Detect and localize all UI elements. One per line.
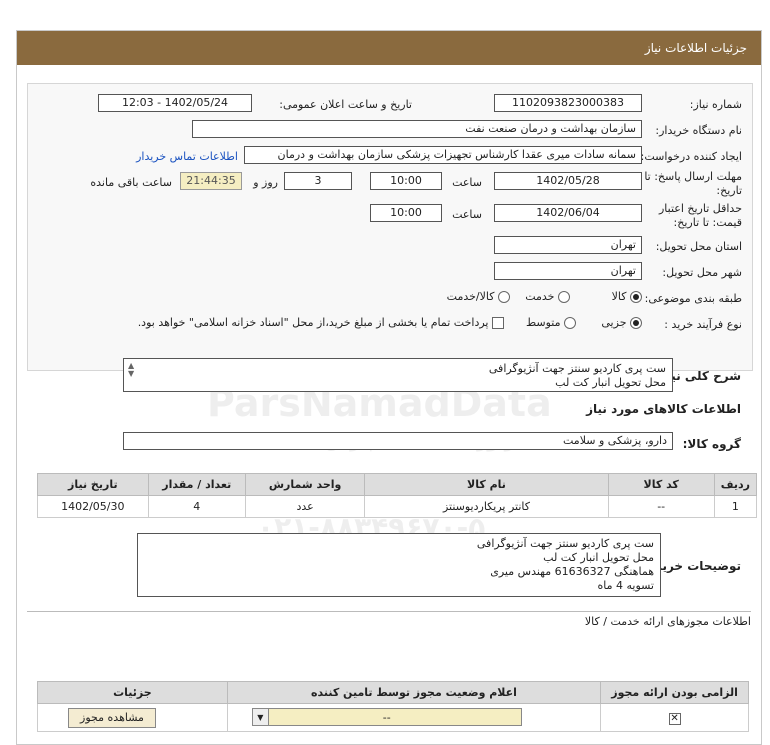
goods-group-label: گروه کالا: <box>682 437 741 451</box>
category-option-service[interactable]: خدمت <box>525 290 570 303</box>
category-option-goods-service[interactable]: کالا/خدمت <box>447 290 510 303</box>
goods-section-title: اطلاعات کالاهای مورد نیاز <box>586 402 741 416</box>
cell-permit-required: ✕ <box>600 703 749 732</box>
process-label: نوع فرآیند خرید : <box>664 318 742 331</box>
province-field: تهران <box>494 236 642 254</box>
deadline-date-field: 1402/05/28 <box>494 172 642 190</box>
need-details-panel: جزئیات اطلاعات نیاز ParsNamadData پایگاه… <box>16 30 762 745</box>
announce-label: تاریخ و ساعت اعلان عمومی: <box>279 98 412 111</box>
col-unit: واحد شمارش <box>244 473 366 496</box>
panel-header: جزئیات اطلاعات نیاز <box>17 31 761 65</box>
radio-selected-icon[interactable] <box>630 291 642 303</box>
process-option-medium[interactable]: متوسط <box>526 316 576 329</box>
treasury-payment-option[interactable]: پرداخت تمام یا بخشی از مبلغ خرید،از محل … <box>138 316 504 329</box>
goods-group-field: دارو، پزشکی و سلامت <box>123 432 673 450</box>
panel-title: جزئیات اطلاعات نیاز <box>644 41 747 55</box>
cell-code: -- <box>607 495 715 518</box>
buyer-notes-line-1: ست پری کاردیو سنتز جهت آنژیوگرافی <box>476 537 654 550</box>
province-label: استان محل تحویل: <box>655 240 742 253</box>
buyer-org-field: سازمان بهداشت و درمان صنعت نفت <box>192 120 642 138</box>
permits-table: الزامی بودن ارائه مجوز اعلام وضعیت مجوز … <box>37 681 749 732</box>
permit-status-select[interactable]: -- ▼ <box>251 708 522 726</box>
need-number-field: 1102093823000383 <box>494 94 642 112</box>
creator-field: سمانه سادات میری عقدا کارشناس تجهیزات پز… <box>244 146 642 164</box>
radio-icon[interactable] <box>498 291 510 303</box>
col-name: نام کالا <box>364 473 609 496</box>
scroll-arrows-icon[interactable]: ▲ ▼ <box>128 362 134 378</box>
radio-selected-icon[interactable] <box>630 317 642 329</box>
chevron-down-icon[interactable]: ▼ <box>252 709 269 725</box>
buyer-notes-line-3: هماهنگی 61636327 مهندس میری <box>490 565 654 578</box>
col-qty: تعداد / مقدار <box>147 473 246 496</box>
city-field: تهران <box>494 262 642 280</box>
cell-qty: 4 <box>147 495 246 518</box>
buyer-notes-textarea[interactable]: ست پری کاردیو سنتز جهت آنژیوگرافی محل تح… <box>137 533 661 597</box>
summary-line-1: ست پری کاردیو سنتز جهت آنژیوگرافی <box>488 362 666 375</box>
goods-table-header: ردیف کد کالا نام کالا واحد شمارش تعداد /… <box>37 473 758 496</box>
cell-permit-status: -- ▼ <box>226 703 602 732</box>
city-label: شهر محل تحویل: <box>662 266 742 279</box>
validity-date-field: 1402/06/04 <box>494 204 642 222</box>
remaining-time-field: 21:44:35 <box>180 172 242 190</box>
col-permit-required: الزامی بودن ارائه مجوز <box>600 681 749 704</box>
deadline-time-label: ساعت <box>452 176 482 189</box>
buyer-notes-line-4: تسویه 4 ماه <box>597 579 654 592</box>
summary-textarea[interactable]: ست پری کاردیو سنتز جهت آنژیوگرافی محل تح… <box>123 358 673 392</box>
validity-time-field: 10:00 <box>370 204 442 222</box>
col-date: تاریخ نیاز <box>37 473 149 496</box>
radio-icon[interactable] <box>564 317 576 329</box>
col-permit-status: اعلام وضعیت مجوز توسط تامین کننده <box>226 681 602 704</box>
buyer-contact-link[interactable]: اطلاعات تماس خریدار <box>136 150 238 163</box>
checkbox-icon[interactable] <box>492 317 504 329</box>
goods-table: ردیف کد کالا نام کالا واحد شمارش تعداد /… <box>37 473 758 518</box>
permits-section-title: اطلاعات مجوزهای ارائه خدمت / کالا <box>584 615 751 628</box>
remaining-label: ساعت باقی مانده <box>90 176 172 189</box>
cell-permit-details: مشاهده مجوز <box>37 703 228 732</box>
col-row: ردیف <box>713 473 758 496</box>
creator-label: ایجاد کننده درخواست: <box>640 150 742 163</box>
deadline-label-2: تاریخ: <box>716 184 742 197</box>
checkbox-x-icon: ✕ <box>668 712 681 725</box>
cell-unit: عدد <box>244 495 366 518</box>
buyer-org-label: نام دستگاه خریدار: <box>655 124 742 137</box>
cell-row: 1 <box>713 495 758 518</box>
validity-label-1: حداقل تاریخ اعتبار <box>658 202 742 215</box>
cell-date: 1402/05/30 <box>37 495 149 518</box>
radio-icon[interactable] <box>558 291 570 303</box>
divider <box>27 611 751 612</box>
cell-name: کانتر پریکاردیوسنتز <box>364 495 609 518</box>
need-info-form: شماره نیاز: 1102093823000383 تاریخ و ساع… <box>27 83 753 371</box>
days-field: 3 <box>284 172 352 190</box>
permits-table-header: الزامی بودن ارائه مجوز اعلام وضعیت مجوز … <box>37 681 749 704</box>
table-row[interactable]: 1 -- کانتر پریکاردیوسنتز عدد 4 1402/05/3… <box>37 495 758 518</box>
category-label: طبقه بندی موضوعی: <box>644 292 742 305</box>
view-permit-button[interactable]: مشاهده مجوز <box>68 708 156 728</box>
days-label: روز و <box>253 176 278 189</box>
table-row[interactable]: ✕ -- ▼ مشاهده مجوز <box>37 703 749 732</box>
category-option-goods[interactable]: کالا <box>612 290 642 303</box>
need-number-label: شماره نیاز: <box>689 98 742 111</box>
validity-time-label: ساعت <box>452 208 482 221</box>
buyer-notes-line-2: محل تحویل انبار کت لب <box>543 551 654 564</box>
validity-label-2: قیمت: تا تاریخ: <box>673 216 742 229</box>
deadline-label-1: مهلت ارسال پاسخ: تا <box>644 170 742 183</box>
deadline-time-field: 10:00 <box>370 172 442 190</box>
col-code: کد کالا <box>607 473 715 496</box>
col-permit-details: جزئیات <box>37 681 228 704</box>
summary-line-2: محل تحویل انبار کت لب <box>555 376 666 389</box>
process-option-minor[interactable]: جزیی <box>601 316 642 329</box>
announce-field: 1402/05/24 - 12:03 <box>98 94 252 112</box>
